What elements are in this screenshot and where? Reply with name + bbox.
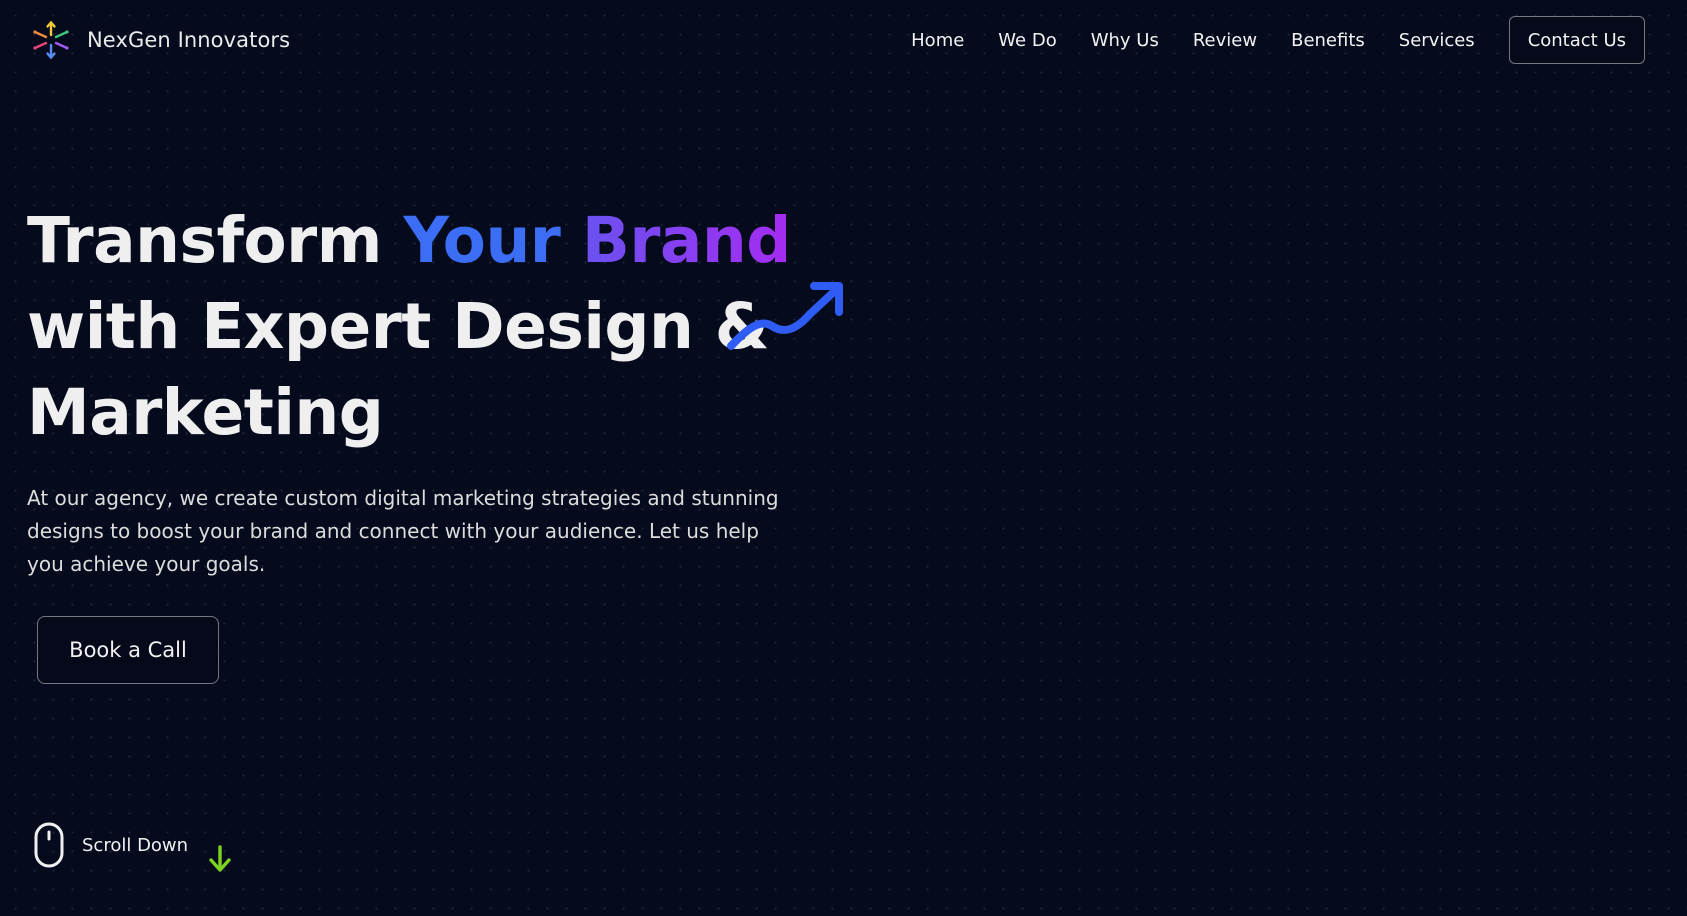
nav-link-home[interactable]: Home bbox=[911, 30, 964, 51]
hero-title-space bbox=[560, 204, 581, 277]
mouse-icon bbox=[34, 822, 64, 868]
hero-title-line-2: with Expert Design & bbox=[27, 290, 770, 363]
book-a-call-button[interactable]: Book a Call bbox=[37, 616, 219, 684]
hero-title-brand: Brand bbox=[581, 204, 792, 277]
trending-up-icon bbox=[727, 282, 843, 350]
navbar: NexGen Innovators Home We Do Why Us Revi… bbox=[0, 0, 1687, 82]
brand-name: NexGen Innovators bbox=[87, 28, 291, 52]
hero-title: Transform Your Brand with Expert Design … bbox=[27, 198, 847, 456]
hero-title-transform: Transform bbox=[27, 204, 404, 277]
scroll-down-label: Scroll Down bbox=[82, 834, 189, 856]
hero-title-line-1: Transform Your Brand bbox=[27, 198, 847, 284]
nav-link-benefits[interactable]: Benefits bbox=[1291, 30, 1365, 51]
nav-link-services[interactable]: Services bbox=[1399, 30, 1475, 51]
nav-link-we-do[interactable]: We Do bbox=[998, 30, 1056, 51]
nav-link-review[interactable]: Review bbox=[1193, 30, 1257, 51]
hero-title-your: Your bbox=[403, 204, 561, 277]
brand-home-link[interactable]: NexGen Innovators bbox=[31, 18, 290, 62]
scroll-down-indicator[interactable]: Scroll Down bbox=[34, 822, 188, 868]
contact-us-button[interactable]: Contact Us bbox=[1508, 16, 1645, 64]
arrow-down-icon bbox=[209, 845, 231, 872]
nav-link-why-us[interactable]: Why Us bbox=[1091, 30, 1159, 51]
sparkle-arrows-icon bbox=[33, 20, 69, 60]
main-nav: Home We Do Why Us Review Benefits Servic… bbox=[911, 16, 1645, 64]
hero-title-line-3: Marketing bbox=[27, 376, 384, 449]
hero-description: At our agency, we create custom digital … bbox=[27, 486, 779, 576]
